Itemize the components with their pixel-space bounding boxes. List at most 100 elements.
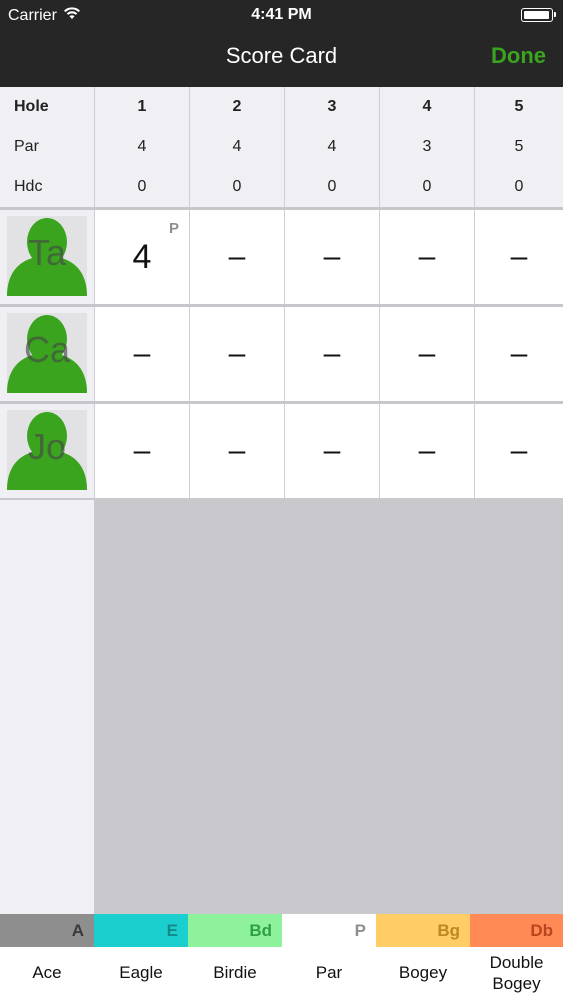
score-cell[interactable]: – <box>94 307 189 401</box>
header-labels: Hole Par Hdc <box>0 87 94 207</box>
legend-label: Bogey <box>398 963 448 983</box>
legend-item-ace: A Ace <box>0 914 94 1000</box>
score-cell[interactable]: – <box>189 404 284 498</box>
score-value: – <box>510 337 528 370</box>
player-row: Jo – – – – – <box>0 404 563 498</box>
par-label: Par <box>14 138 39 155</box>
player-avatar-cell[interactable]: Ta <box>0 210 94 304</box>
hole-hdc: 0 <box>422 178 432 195</box>
score-cell[interactable]: – <box>189 307 284 401</box>
legend-item-birdie: Bd Birdie <box>188 914 282 1000</box>
score-cell[interactable]: – <box>379 210 474 304</box>
score-value: – <box>228 434 246 467</box>
hole-hdc: 0 <box>514 178 524 195</box>
score-value: – <box>133 434 151 467</box>
player-avatar-cell[interactable]: Jo <box>0 404 94 498</box>
legend-swatch: Db <box>470 914 563 947</box>
hole-hdc: 0 <box>137 178 147 195</box>
hole-column: 3 4 0 <box>284 87 379 207</box>
hdc-label: Hdc <box>14 178 43 195</box>
hole-par: 4 <box>327 138 337 155</box>
hole-hdc: 0 <box>327 178 337 195</box>
hole-number: 2 <box>232 98 242 115</box>
empty-avatar-area <box>0 500 94 914</box>
hole-par: 3 <box>422 138 432 155</box>
score-value: – <box>323 434 341 467</box>
player-initials: Ta <box>27 232 67 273</box>
score-cell[interactable]: – <box>284 307 379 401</box>
legend-item-double-bogey: Db Double Bogey <box>470 914 563 1000</box>
score-cell[interactable]: – <box>379 307 474 401</box>
score-cell[interactable]: – <box>284 210 379 304</box>
score-value: – <box>323 337 341 370</box>
hole-number: 1 <box>137 98 147 115</box>
score-value: – <box>323 240 341 273</box>
hole-column: 5 5 0 <box>474 87 563 207</box>
status-time: 4:41 PM <box>251 6 312 23</box>
legend-label: Double Bogey <box>489 953 544 993</box>
hole-column: 2 4 0 <box>189 87 284 207</box>
legend-label: Ace <box>32 963 62 983</box>
score-cell[interactable]: – <box>379 404 474 498</box>
legend-item-par: P Par <box>282 914 376 1000</box>
hole-column: 1 4 0 <box>94 87 189 207</box>
legend-swatch: E <box>94 914 188 947</box>
score-cell[interactable]: 4 P <box>94 210 189 304</box>
score-value: – <box>510 240 528 273</box>
legend-abbr: Bg <box>437 921 460 940</box>
legend-swatch: Bg <box>376 914 470 947</box>
battery-icon <box>521 8 556 22</box>
score-cell[interactable]: – <box>94 404 189 498</box>
legend-abbr: Bd <box>249 921 272 940</box>
score-type-tag: P <box>168 220 179 237</box>
hole-number: 5 <box>514 98 524 115</box>
legend-item-eagle: E Eagle <box>94 914 188 1000</box>
empty-score-area <box>94 500 563 914</box>
battery-level <box>524 11 549 19</box>
legend-abbr: Db <box>530 921 553 940</box>
score-value: 4 <box>132 237 152 276</box>
score-cell[interactable]: – <box>474 210 563 304</box>
player-avatar-cell[interactable]: Ca <box>0 307 94 401</box>
legend-swatch: A <box>0 914 94 947</box>
score-value: – <box>228 337 246 370</box>
score-value: – <box>418 240 436 273</box>
score-cell[interactable]: – <box>189 210 284 304</box>
score-value: – <box>418 434 436 467</box>
avatar: Ca <box>7 313 87 393</box>
hole-par: 5 <box>514 138 524 155</box>
score-legend: A Ace E Eagle Bd Birdie P Par Bg Bogey D… <box>0 914 563 1000</box>
avatar: Jo <box>7 410 87 490</box>
hole-number: 3 <box>327 98 337 115</box>
hole-par: 4 <box>232 138 242 155</box>
hole-number: 4 <box>422 98 432 115</box>
avatar: Ta <box>7 216 87 296</box>
hole-par: 4 <box>137 138 147 155</box>
score-card-screen: Carrier 4:41 PM Score Card Done Hole Par… <box>0 0 563 1000</box>
score-cell[interactable]: – <box>284 404 379 498</box>
legend-abbr: E <box>166 921 178 940</box>
done-button[interactable]: Done <box>491 43 546 69</box>
legend-swatch: Bd <box>188 914 282 947</box>
score-value: – <box>228 240 246 273</box>
legend-abbr: A <box>71 921 84 940</box>
status-bar: Carrier 4:41 PM <box>0 0 563 30</box>
page-title: Score Card <box>225 43 338 68</box>
player-initials: Ca <box>23 329 71 370</box>
hole-info-header: Hole Par Hdc 1 4 0 2 4 0 3 4 0 4 3 0 5 5… <box>0 87 563 210</box>
hole-column: 4 3 0 <box>379 87 474 207</box>
player-initials: Jo <box>27 426 67 467</box>
player-row: Ca – – – – – <box>0 307 563 401</box>
legend-label: Birdie <box>213 963 257 983</box>
score-cell[interactable]: – <box>474 307 563 401</box>
legend-label: Par <box>315 963 343 983</box>
legend-item-bogey: Bg Bogey <box>376 914 470 1000</box>
score-cell[interactable]: – <box>474 404 563 498</box>
legend-label: Eagle <box>119 963 163 983</box>
player-row: Ta 4 P – – – – <box>0 210 563 304</box>
score-value: – <box>510 434 528 467</box>
top-bar: Carrier 4:41 PM Score Card Done <box>0 0 563 87</box>
score-value: – <box>133 337 151 370</box>
hole-label: Hole <box>14 98 49 115</box>
hole-hdc: 0 <box>232 178 242 195</box>
